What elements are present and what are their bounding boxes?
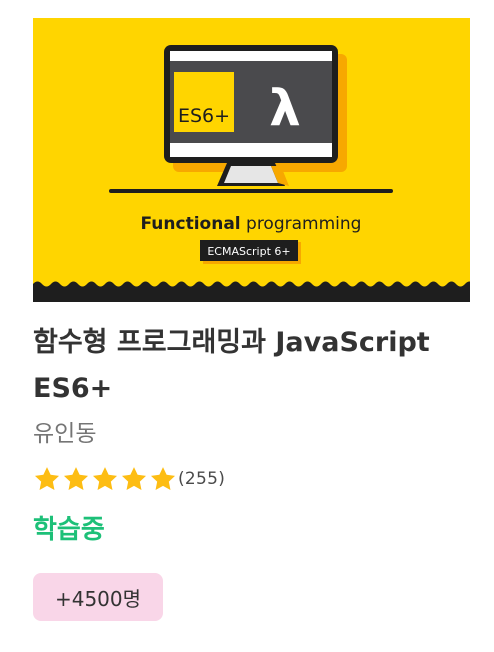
star-icon	[92, 467, 118, 490]
star-icon	[34, 467, 60, 490]
student-count-badge: +4500명	[33, 573, 163, 621]
ecmascript-tag-text: ECMAScript 6+	[207, 245, 290, 258]
thumbnail-wave	[33, 281, 470, 302]
course-title[interactable]: 함수형 프로그래밍과 JavaScript ES6+	[33, 320, 473, 412]
star-rating	[33, 465, 177, 493]
learning-status: 학습중	[33, 515, 105, 545]
instructor-name: 유인동	[33, 421, 97, 447]
review-count: (255)	[178, 469, 226, 489]
course-thumbnail[interactable]: ES6+ λ Functional programming ECMAScript…	[33, 18, 470, 302]
thumbnail-headline: Functional programming	[141, 214, 362, 234]
thumbnail-illustration: ES6+ λ Functional programming ECMAScript…	[33, 45, 470, 302]
lambda-icon: λ	[269, 79, 301, 137]
course-rating: (255)	[33, 464, 225, 494]
star-icon	[121, 467, 147, 490]
star-icon	[63, 467, 89, 490]
star-icon	[150, 467, 176, 490]
es6-badge-text: ES6+	[178, 105, 230, 127]
